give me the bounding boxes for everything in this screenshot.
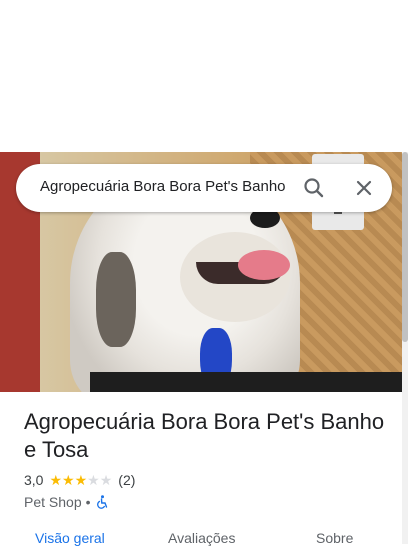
close-icon (356, 180, 372, 196)
photo-dog-ear (96, 252, 136, 347)
review-count[interactable]: (2) (118, 472, 135, 488)
rating-value: 3,0 (24, 472, 44, 488)
search-button[interactable] (300, 174, 328, 202)
close-button[interactable] (350, 174, 378, 202)
search-box[interactable]: Agropecuária Bora Bora Pet's Banho (16, 164, 392, 212)
place-title: Agropecuária Bora Bora Pet's Banho e Tos… (24, 409, 385, 462)
photo-floor (90, 372, 402, 392)
rating-stars: ★ ★ ★ ★ ★ (49, 473, 112, 487)
category-link[interactable]: Pet Shop (24, 494, 82, 510)
category-row: Pet Shop • (24, 494, 109, 510)
star-icon: ★ (62, 472, 75, 488)
wheelchair-icon (96, 495, 107, 509)
separator: • (85, 494, 91, 510)
scrollbar-thumb[interactable] (402, 152, 408, 342)
star-icon: ★ (74, 472, 88, 488)
rating-row[interactable]: 3,0 ★ ★ ★ ★ ★ (2) (24, 472, 135, 488)
star-icon: ★ (87, 472, 100, 488)
photo-dog-tongue (238, 250, 290, 280)
star-icon: ★ (99, 472, 113, 488)
search-icon (304, 178, 324, 198)
star-icon: ★ (49, 472, 63, 488)
search-input[interactable]: Agropecuária Bora Bora Pet's Banho (40, 178, 302, 195)
place-tabs: Visão geral Avaliações Sobre (0, 530, 402, 546)
